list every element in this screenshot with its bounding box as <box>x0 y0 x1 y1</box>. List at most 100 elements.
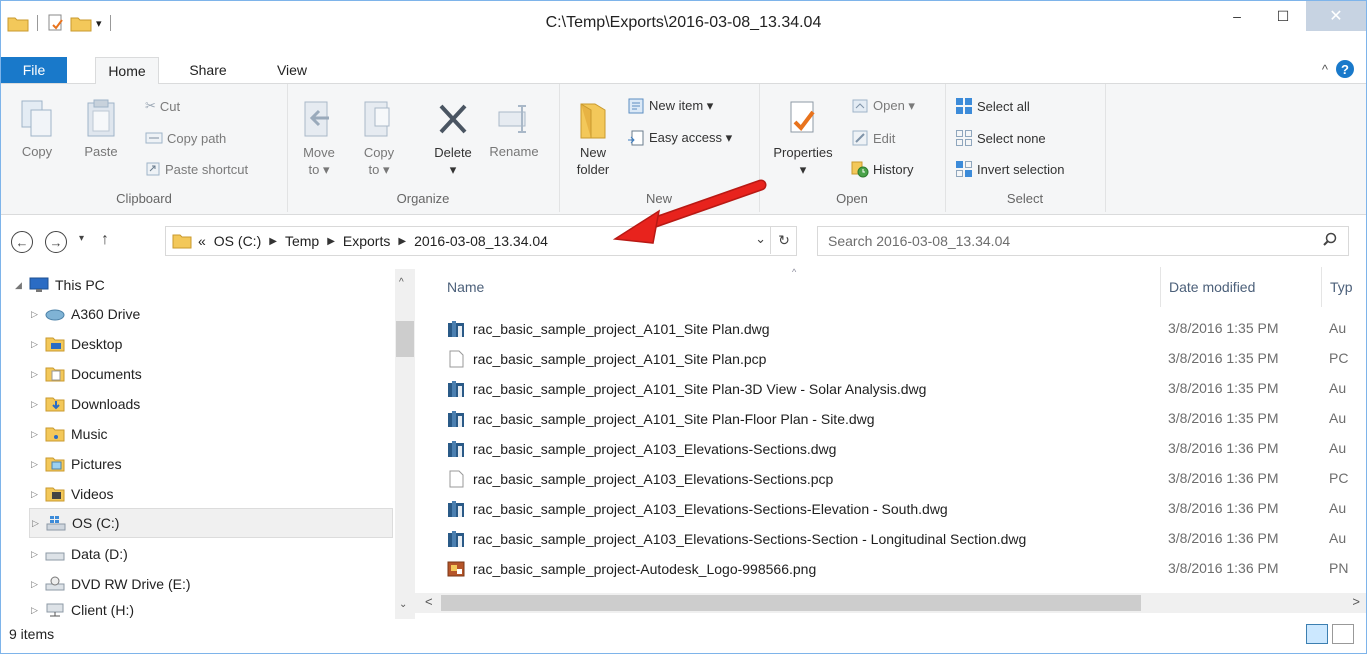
paste-button[interactable]: Paste <box>75 98 127 159</box>
tree-item-dvd-e[interactable]: ▷ DVD RW Drive (E:) <box>31 570 191 598</box>
videos-folder-icon <box>45 487 65 502</box>
breadcrumb-exports[interactable]: Exports <box>343 233 390 249</box>
file-list-horizontal-scrollbar[interactable]: < > <box>415 593 1366 613</box>
breadcrumb-separator-icon[interactable]: ▶ <box>327 236 335 247</box>
breadcrumb-overflow[interactable]: « <box>198 233 206 249</box>
search-box[interactable]: Search 2016-03-08_13.34.04 <box>817 226 1349 256</box>
paste-shortcut-button[interactable]: Paste shortcut <box>145 157 248 181</box>
tab-home[interactable]: Home <box>95 57 159 85</box>
png-file-icon <box>447 561 465 577</box>
tree-item-os-c[interactable]: ▷ OS (C:) <box>29 508 393 538</box>
tree-item-desktop[interactable]: ▷ Desktop <box>31 330 122 358</box>
tree-item-label: DVD RW Drive (E:) <box>71 576 191 592</box>
refresh-icon[interactable]: ↻ <box>770 226 797 254</box>
file-row[interactable]: rac_basic_sample_project_A101_Site Plan.… <box>415 343 1366 373</box>
recent-locations-icon[interactable]: ▾ <box>79 233 84 244</box>
new-folder-button[interactable]: New folder <box>567 98 619 178</box>
expand-icon[interactable]: ▷ <box>31 489 45 500</box>
tab-file[interactable]: File <box>1 57 67 83</box>
file-row[interactable]: rac_basic_sample_project_A103_Elevations… <box>415 433 1366 463</box>
move-to-button[interactable]: Move to ▾ <box>293 98 345 178</box>
column-header-name[interactable]: Name ^ <box>447 267 1147 307</box>
properties-button[interactable]: Properties ▾ <box>765 98 841 178</box>
tree-item-data-d[interactable]: ▷ Data (D:) <box>31 540 128 568</box>
scroll-right-icon[interactable]: > <box>1352 594 1360 609</box>
tab-view[interactable]: View <box>267 57 317 83</box>
up-arrow-icon[interactable]: ↑ <box>101 231 109 249</box>
file-row[interactable]: rac_basic_sample_project_A101_Site Plan-… <box>415 373 1366 403</box>
collapse-icon[interactable]: ◢ <box>15 280 29 291</box>
expand-icon[interactable]: ▷ <box>31 399 45 410</box>
delete-x-icon <box>439 104 467 134</box>
breadcrumb-separator-icon[interactable]: ▶ <box>269 236 277 247</box>
expand-icon[interactable]: ▷ <box>31 549 45 560</box>
history-button[interactable]: History <box>851 157 913 181</box>
tree-item-this-pc[interactable]: ◢ This PC <box>15 271 105 299</box>
navigation-pane-scrollbar[interactable]: ^ ⌄ <box>395 269 415 619</box>
file-type: PN <box>1329 560 1349 576</box>
select-all-button[interactable]: Select all <box>955 94 1030 118</box>
large-icons-view-icon[interactable] <box>1332 624 1354 644</box>
address-bar[interactable]: « OS (C:) ▶ Temp ▶ Exports ▶ 2016-03-08_… <box>165 226 797 256</box>
forward-button[interactable]: → <box>45 231 67 253</box>
file-row[interactable]: rac_basic_sample_project_A103_Elevations… <box>415 493 1366 523</box>
copy-to-button[interactable]: Copy to ▾ <box>353 98 405 178</box>
scrollbar-thumb[interactable] <box>396 321 414 357</box>
tree-item-pictures[interactable]: ▷ Pictures <box>31 450 122 478</box>
new-item-button[interactable]: New item ▾ <box>627 94 713 118</box>
help-icon[interactable]: ? <box>1336 60 1354 78</box>
tab-share[interactable]: Share <box>179 57 237 83</box>
file-type: Au <box>1329 530 1347 546</box>
expand-icon[interactable]: ▷ <box>31 459 45 470</box>
breadcrumb-os-c[interactable]: OS (C:) <box>214 233 261 249</box>
copy-button[interactable]: Copy <box>11 98 63 159</box>
file-row[interactable]: rac_basic_sample_project_A101_Site Plan-… <box>415 403 1366 433</box>
collapse-ribbon-icon[interactable]: ^ <box>1322 62 1328 77</box>
edit-button[interactable]: Edit <box>851 126 895 150</box>
column-header-type[interactable]: Typ <box>1321 267 1366 307</box>
expand-icon[interactable]: ▷ <box>32 518 46 529</box>
breadcrumb-temp[interactable]: Temp <box>285 233 319 249</box>
search-icon[interactable] <box>1322 232 1338 248</box>
file-row[interactable]: rac_basic_sample_project_A103_Elevations… <box>415 463 1366 493</box>
column-header-date-modified[interactable]: Date modified <box>1160 267 1321 307</box>
expand-icon[interactable]: ▷ <box>31 309 45 320</box>
expand-icon[interactable]: ▷ <box>31 605 45 616</box>
breadcrumb-separator-icon[interactable]: ▶ <box>398 236 406 247</box>
file-row[interactable]: rac_basic_sample_project_A103_Elevations… <box>415 523 1366 553</box>
delete-button[interactable]: Delete ▾ <box>423 98 483 178</box>
invert-selection-button[interactable]: Invert selection <box>955 157 1064 181</box>
ribbon: Copy Paste ✂ Cut Copy path Paste shortcut… <box>1 84 1366 215</box>
expand-icon[interactable]: ▷ <box>31 339 45 350</box>
file-row[interactable]: rac_basic_sample_project_A101_Site Plan.… <box>415 313 1366 343</box>
maximize-button[interactable]: ☐ <box>1260 1 1306 31</box>
scroll-up-icon[interactable]: ^ <box>399 277 404 288</box>
expand-icon[interactable]: ▷ <box>31 579 45 590</box>
window-title: C:\Temp\Exports\2016-03-08_13.34.04 <box>545 14 822 31</box>
details-view-icon[interactable] <box>1306 624 1328 644</box>
tree-item-videos[interactable]: ▷ Videos <box>31 480 114 508</box>
close-button[interactable]: ✕ <box>1306 1 1366 31</box>
expand-icon[interactable]: ▷ <box>31 369 45 380</box>
rename-button[interactable]: Rename <box>483 98 545 159</box>
tree-item-downloads[interactable]: ▷ Downloads <box>31 390 140 418</box>
minimize-button[interactable]: – <box>1214 1 1260 31</box>
cut-button[interactable]: ✂ Cut <box>145 94 180 118</box>
scroll-down-icon[interactable]: ⌄ <box>399 599 407 610</box>
easy-access-button[interactable]: Easy access ▾ <box>627 126 732 150</box>
horizontal-scrollbar-thumb[interactable] <box>441 595 1141 611</box>
tree-item-music[interactable]: ▷ Music <box>31 420 108 448</box>
address-dropdown-icon[interactable]: ⌄ <box>755 231 766 247</box>
open-button[interactable]: Open ▾ <box>851 94 915 118</box>
back-button[interactable]: ← <box>11 231 33 253</box>
breadcrumb-current-folder[interactable]: 2016-03-08_13.34.04 <box>414 233 548 249</box>
copy-path-button[interactable]: Copy path <box>145 126 226 150</box>
select-none-button[interactable]: Select none <box>955 126 1046 150</box>
scroll-left-icon[interactable]: < <box>425 594 433 609</box>
expand-icon[interactable]: ▷ <box>31 429 45 440</box>
move-to-label: Move <box>303 145 335 160</box>
tree-item-a360-drive[interactable]: ▷ A360 Drive <box>31 300 140 328</box>
file-row[interactable]: rac_basic_sample_project-Autodesk_Logo-9… <box>415 553 1366 583</box>
copy-label: Copy <box>21 144 53 159</box>
tree-item-documents[interactable]: ▷ Documents <box>31 360 142 388</box>
